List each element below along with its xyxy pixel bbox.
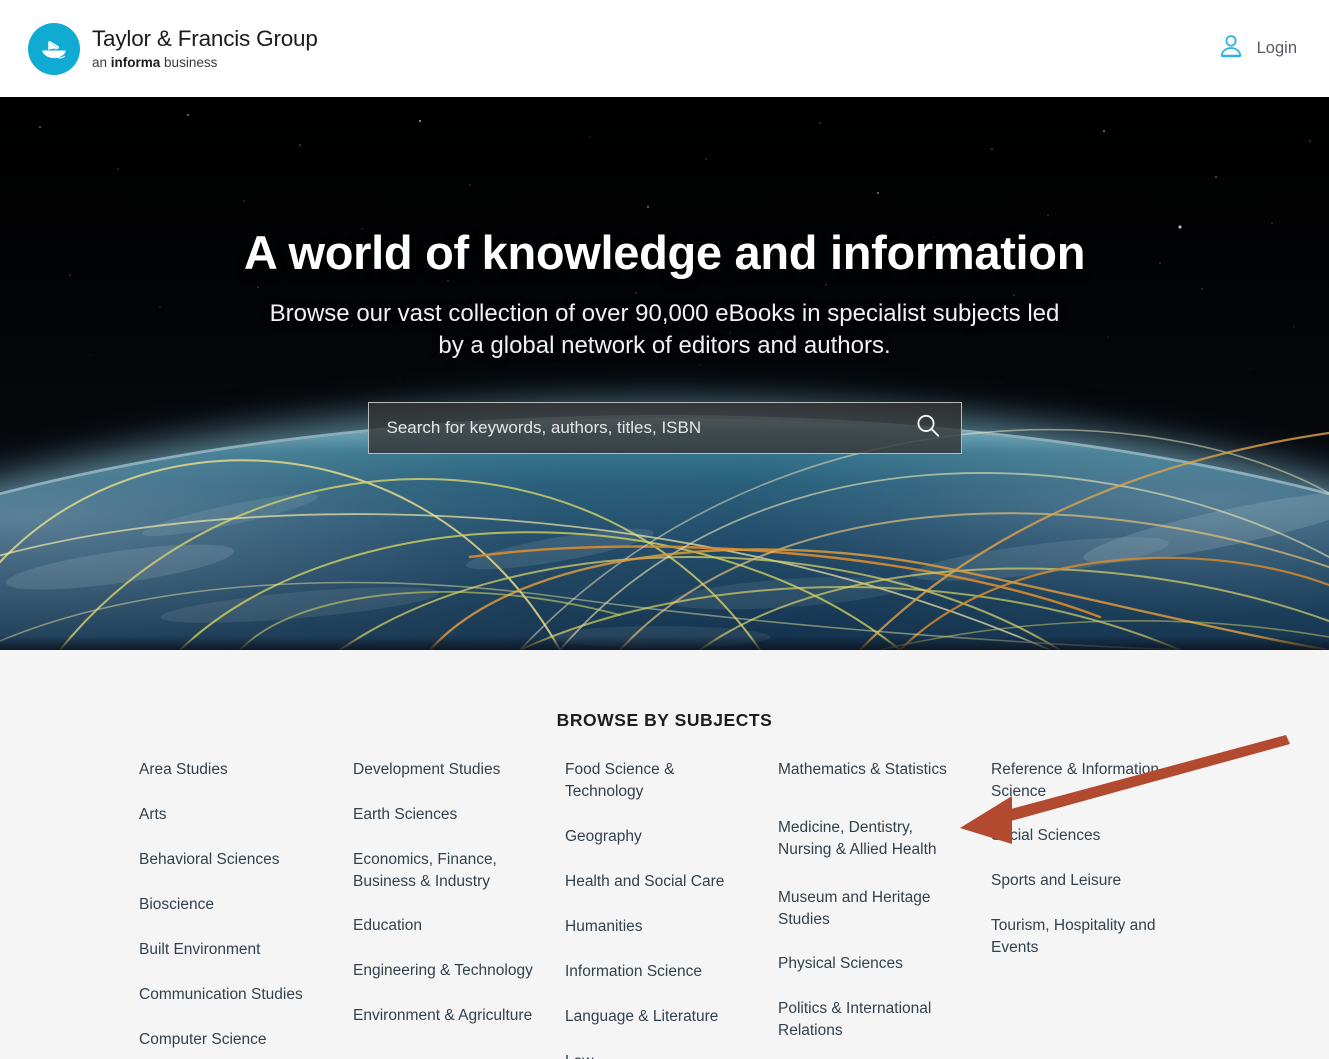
subject-link-language-literature[interactable]: Language & Literature — [565, 1006, 750, 1028]
hero-content: A world of knowledge and information Bro… — [0, 97, 1329, 454]
brand-tagline-prefix: an — [92, 54, 111, 70]
search-input[interactable] — [384, 402, 909, 453]
brand-tagline: an informa business — [92, 54, 318, 70]
brand-title: Taylor & Francis Group — [92, 26, 318, 51]
subject-link-arts[interactable]: Arts — [139, 804, 324, 826]
brand-tagline-suffix: business — [160, 54, 218, 70]
subject-link-physical-sciences[interactable]: Physical Sciences — [778, 953, 963, 975]
subject-columns: Area Studies Arts Behavioral Sciences Bi… — [0, 759, 1329, 1059]
subject-link-economics-finance-business-industry[interactable]: Economics, Finance, Business & Industry — [353, 849, 538, 893]
search-bar[interactable] — [367, 401, 962, 454]
subject-link-law[interactable]: Law — [565, 1051, 750, 1059]
hero-title: A world of knowledge and information — [243, 226, 1086, 279]
subject-link-reference-information-science[interactable]: Reference & Information Science — [991, 759, 1176, 803]
subject-link-humanities[interactable]: Humanities — [565, 916, 750, 938]
subject-link-bioscience[interactable]: Bioscience — [139, 894, 324, 916]
hero-subtitle-line2: by a global network of editors and autho… — [438, 331, 891, 359]
subject-column-2: Development Studies Earth Sciences Econo… — [353, 759, 565, 1059]
brand-tagline-bold: informa — [110, 54, 161, 70]
subject-link-earth-sciences[interactable]: Earth Sciences — [353, 804, 538, 826]
subject-link-computer-science[interactable]: Computer Science — [139, 1029, 324, 1051]
subject-link-sports-and-leisure[interactable]: Sports and Leisure — [991, 870, 1176, 892]
hero-banner: A world of knowledge and information Bro… — [0, 97, 1329, 650]
subject-link-politics-international-relations[interactable]: Politics & International Relations — [778, 998, 963, 1042]
search-button[interactable] — [909, 411, 947, 444]
subject-link-area-studies[interactable]: Area Studies — [139, 759, 324, 781]
subject-link-environment-agriculture[interactable]: Environment & Agriculture — [353, 1005, 538, 1027]
subject-link-information-science[interactable]: Information Science — [565, 961, 750, 983]
hero-subtitle: Browse our vast collection of over 90,00… — [235, 298, 1095, 362]
subject-link-health-and-social-care[interactable]: Health and Social Care — [565, 871, 750, 893]
site-header: Taylor & Francis Group an informa busine… — [0, 0, 1329, 97]
subject-link-social-sciences[interactable]: Social Sciences — [991, 825, 1176, 847]
hero-subtitle-line1: Browse our vast collection of over 90,00… — [269, 300, 1060, 327]
subject-column-1: Area Studies Arts Behavioral Sciences Bi… — [139, 759, 353, 1059]
browse-by-subjects-section: BROWSE BY SUBJECTS Area Studies Arts Beh… — [0, 650, 1329, 1059]
subject-link-behavioral-sciences[interactable]: Behavioral Sciences — [139, 849, 324, 871]
subjects-heading: BROWSE BY SUBJECTS — [556, 710, 773, 730]
subject-column-5: Reference & Information Science Social S… — [991, 759, 1206, 1059]
subject-link-communication-studies[interactable]: Communication Studies — [139, 984, 324, 1006]
subject-link-tourism-hospitality-and-events[interactable]: Tourism, Hospitality and Events — [991, 915, 1176, 959]
subject-link-education[interactable]: Education — [353, 915, 538, 937]
subject-link-medicine-dentistry-nursing-allied-health[interactable]: Medicine, Dentistry, Nursing & Allied He… — [778, 817, 963, 861]
login-button[interactable]: Login — [1216, 32, 1297, 65]
brand-logo-link[interactable]: Taylor & Francis Group an informa busine… — [28, 22, 318, 75]
subject-column-4: Mathematics & Statistics Medicine, Denti… — [778, 759, 991, 1059]
subject-link-museum-and-heritage-studies[interactable]: Museum and Heritage Studies — [778, 887, 963, 931]
login-label: Login — [1256, 39, 1297, 57]
subject-link-geography[interactable]: Geography — [565, 826, 750, 848]
hero-bottom-fade — [0, 636, 1329, 650]
boat-logo-icon — [28, 22, 80, 75]
user-icon — [1216, 32, 1246, 65]
subject-link-development-studies[interactable]: Development Studies — [353, 759, 538, 781]
subject-link-engineering-technology[interactable]: Engineering & Technology — [353, 960, 538, 982]
search-icon — [913, 411, 943, 444]
subject-column-3: Food Science & Technology Geography Heal… — [565, 759, 778, 1059]
subject-link-built-environment[interactable]: Built Environment — [139, 939, 324, 961]
subject-link-food-science-technology[interactable]: Food Science & Technology — [565, 759, 750, 803]
subject-link-mathematics-statistics[interactable]: Mathematics & Statistics — [778, 759, 963, 781]
